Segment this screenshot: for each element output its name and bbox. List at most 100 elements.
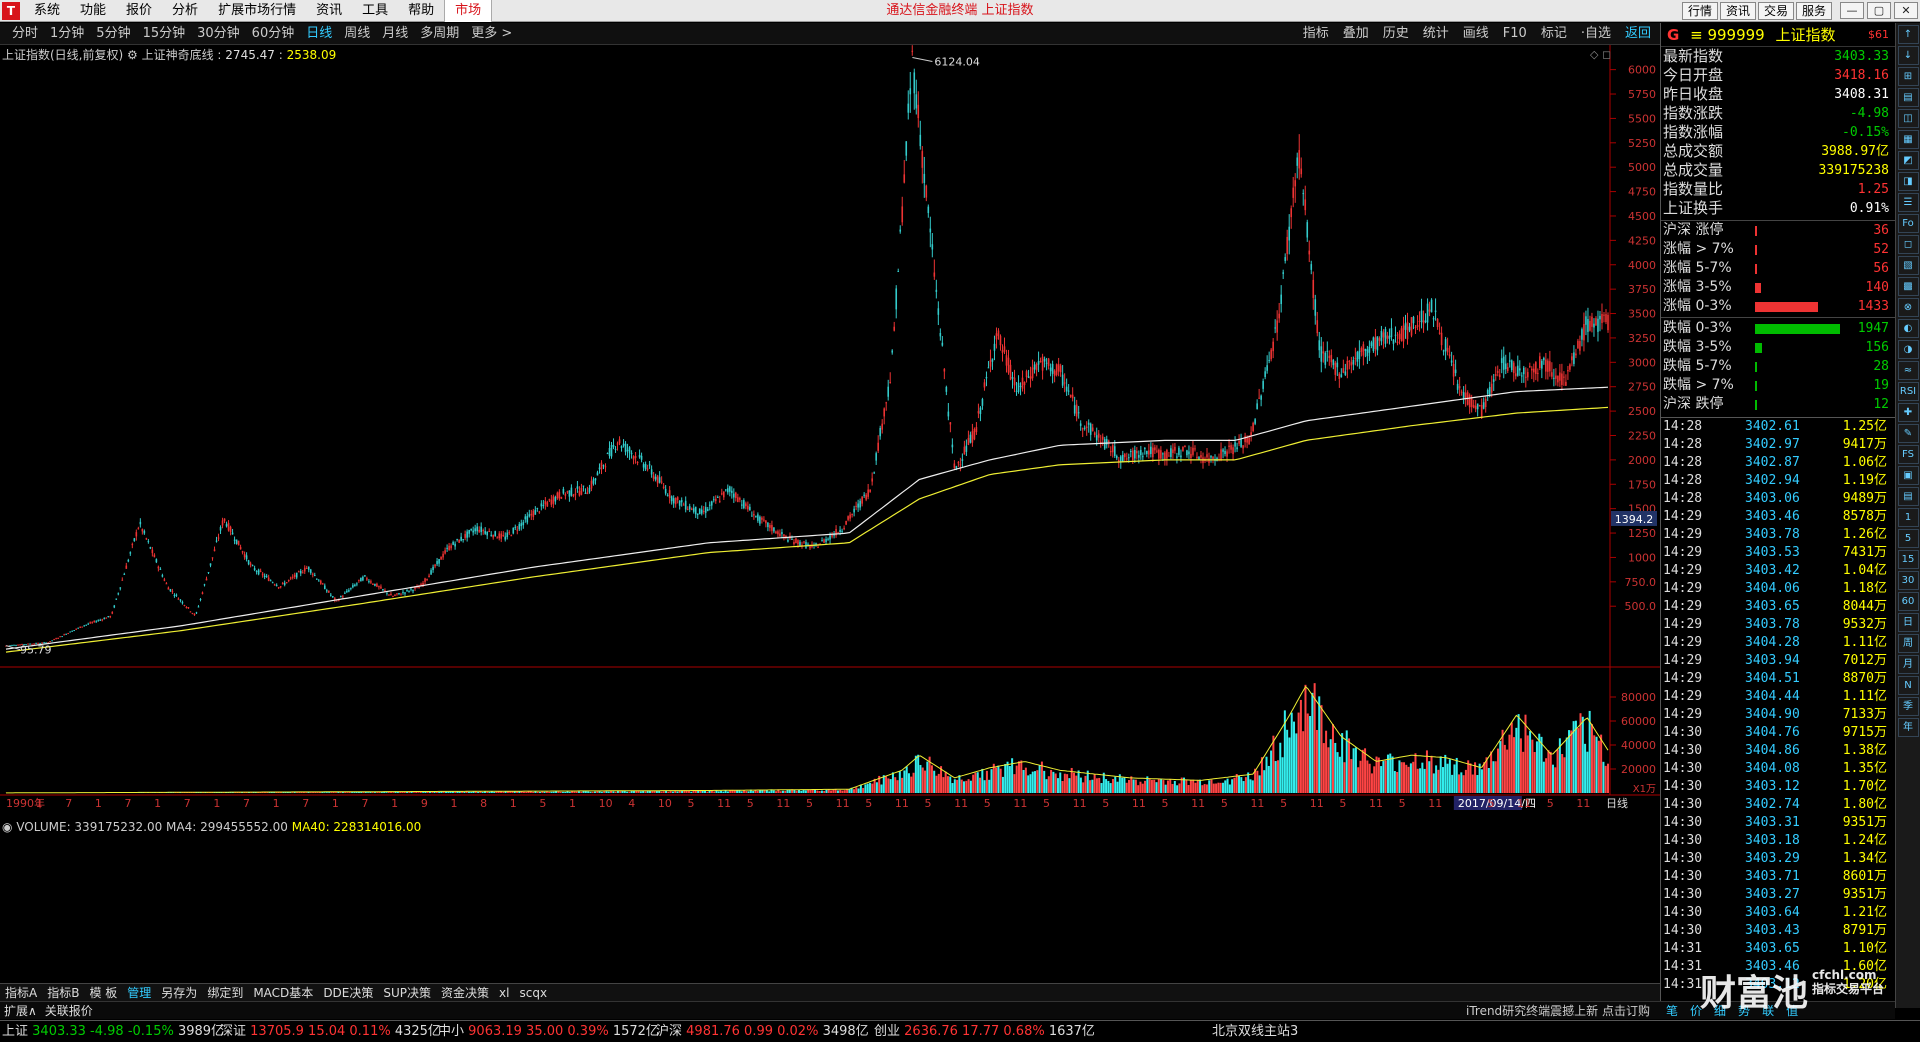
menu-item-1[interactable]: 功能	[70, 0, 116, 22]
tick-row[interactable]: 14:29 3403.46 8578万	[1661, 508, 1895, 526]
tick-row[interactable]: 14:29 3404.44 1.11亿	[1661, 688, 1895, 706]
strip-icon-15[interactable]: ◑	[1897, 340, 1919, 359]
tool-button-0[interactable]: 指标	[1296, 23, 1336, 45]
tick-row[interactable]: 14:30 3404.86 1.38亿	[1661, 742, 1895, 760]
indicator-tab-10[interactable]: xl	[494, 984, 514, 1002]
period-tab-5[interactable]: 60分钟	[246, 23, 301, 45]
top-button-2[interactable]: 交易	[1757, 2, 1794, 20]
tool-button-8[interactable]: 返回	[1618, 23, 1658, 45]
indicator-tab-3[interactable]: 管理	[122, 984, 156, 1002]
tick-row[interactable]: 14:29 3404.28 1.11亿	[1661, 634, 1895, 652]
maximize-icon[interactable]: ▢	[1867, 2, 1891, 19]
strip-icon-20[interactable]: FS	[1897, 445, 1919, 464]
tick-row[interactable]: 14:28 3402.61 1.25亿	[1661, 418, 1895, 436]
tool-button-1[interactable]: 叠加	[1336, 23, 1376, 45]
ext-tab-1[interactable]: 关联报价	[41, 1002, 97, 1020]
top-button-3[interactable]: 服务	[1795, 2, 1832, 20]
menu-item-7[interactable]: 帮助	[398, 0, 444, 22]
strip-icon-0[interactable]: ↑	[1897, 25, 1919, 44]
strip-icon-14[interactable]: ◐	[1897, 319, 1919, 338]
menu-item-0[interactable]: 系统	[24, 0, 70, 22]
index-ticker[interactable]: 中小 9063.19 35.00 0.39% 1572亿	[438, 1021, 659, 1042]
kline-chart[interactable]: 500.0 750.0 1000 1250 1500 1750 2000 2250 2500 27…	[0, 45, 1660, 967]
strip-icon-2[interactable]: ⊞	[1897, 67, 1919, 86]
indicator-tab-5[interactable]: 绑定到	[202, 984, 248, 1002]
strip-icon-9[interactable]: Fo	[1897, 214, 1919, 233]
strip-icon-5[interactable]: ▦	[1897, 130, 1919, 149]
tool-button-5[interactable]: F10	[1496, 23, 1534, 45]
tick-row[interactable]: 14:28 3402.94 1.19亿	[1661, 472, 1895, 490]
tick-row[interactable]: 14:28 3402.97 9417万	[1661, 436, 1895, 454]
top-button-0[interactable]: 行情	[1681, 2, 1718, 20]
period-tab-1[interactable]: 1分钟	[44, 23, 90, 45]
tick-row[interactable]: 14:29 3403.78 1.26亿	[1661, 526, 1895, 544]
ext-tab-0[interactable]: 扩展∧	[0, 1002, 41, 1020]
strip-icon-13[interactable]: ⊗	[1897, 298, 1919, 317]
close-icon[interactable]: ✕	[1894, 2, 1918, 19]
tick-row[interactable]: 14:28 3403.06 9489万	[1661, 490, 1895, 508]
tick-row[interactable]: 14:29 3403.94 7012万	[1661, 652, 1895, 670]
tick-row[interactable]: 14:30 3403.12 1.70亿	[1661, 778, 1895, 796]
indicator-tab-1[interactable]: 指标B	[42, 984, 84, 1002]
strip-icon-27[interactable]: 60	[1897, 592, 1919, 611]
indicator-tab-2[interactable]: 模 板	[84, 984, 122, 1002]
tick-row[interactable]: 14:29 3404.90 7133万	[1661, 706, 1895, 724]
period-tab-6[interactable]: 日线	[300, 23, 338, 45]
strip-icon-11[interactable]: ▧	[1897, 256, 1919, 275]
strip-icon-1[interactable]: ↓	[1897, 46, 1919, 65]
tick-row[interactable]: 14:31 3403.65 1.10亿	[1661, 940, 1895, 958]
period-tab-10[interactable]: 更多 >	[465, 23, 518, 45]
settings-gear-icon[interactable]: ⚙	[127, 48, 138, 62]
strip-icon-25[interactable]: 15	[1897, 550, 1919, 569]
strip-icon-6[interactable]: ◩	[1897, 151, 1919, 170]
server-name[interactable]: 北京双线主站3	[1212, 1021, 1298, 1042]
indicator-tab-4[interactable]: 另存为	[156, 984, 202, 1002]
menu-item-8[interactable]: 市场	[444, 0, 493, 22]
indicator-tab-8[interactable]: SUP决策	[378, 984, 436, 1002]
index-ticker[interactable]: 深证 13705.9 15.04 0.11% 4325亿	[220, 1021, 441, 1042]
tick-list[interactable]: 14:28 3402.61 1.25亿 14:28 3402.97 9417万 14:28 3…	[1661, 417, 1895, 994]
strip-icon-24[interactable]: 5	[1897, 529, 1919, 548]
tool-button-3[interactable]: 统计	[1416, 23, 1456, 45]
tick-row[interactable]: 14:30 3403.71 8601万	[1661, 868, 1895, 886]
period-tab-2[interactable]: 5分钟	[90, 23, 136, 45]
tick-row[interactable]: 14:30 3403.64 1.21亿	[1661, 904, 1895, 922]
strip-icon-19[interactable]: ✎	[1897, 424, 1919, 443]
index-ticker[interactable]: 创业 2636.76 17.77 0.68% 1637亿	[874, 1021, 1095, 1042]
strip-icon-32[interactable]: 季	[1897, 697, 1919, 716]
volume-circle-icon[interactable]: ◉	[2, 820, 12, 834]
strip-icon-28[interactable]: 日	[1897, 613, 1919, 632]
strip-icon-21[interactable]: ▣	[1897, 466, 1919, 485]
menu-item-4[interactable]: 扩展市场行情	[208, 0, 306, 22]
indicator-tab-11[interactable]: scqx	[514, 984, 552, 1002]
indicator-tab-6[interactable]: MACD基本	[248, 984, 318, 1002]
strip-icon-31[interactable]: N	[1897, 676, 1919, 695]
tick-row[interactable]: 14:30 3404.08 1.35亿	[1661, 760, 1895, 778]
indicator-tab-9[interactable]: 资金决策	[436, 984, 494, 1002]
tick-row[interactable]: 14:30 3403.18 1.24亿	[1661, 832, 1895, 850]
tick-tab-0[interactable]: 笔	[1660, 1002, 1684, 1020]
tick-row[interactable]: 14:29 3403.65 8044万	[1661, 598, 1895, 616]
tick-row[interactable]: 14:30 3403.31 9351万	[1661, 814, 1895, 832]
period-tab-8[interactable]: 月线	[376, 23, 414, 45]
menu-item-6[interactable]: 工具	[352, 0, 398, 22]
strip-icon-30[interactable]: 月	[1897, 655, 1919, 674]
tick-row[interactable]: 14:29 3403.53 7431万	[1661, 544, 1895, 562]
tool-button-7[interactable]: ·自选	[1574, 23, 1618, 45]
indicator-tab-7[interactable]: DDE决策	[318, 984, 378, 1002]
strip-icon-26[interactable]: 30	[1897, 571, 1919, 590]
tick-row[interactable]: 14:30 3404.76 9715万	[1661, 724, 1895, 742]
tick-row[interactable]: 14:29 3403.78 9532万	[1661, 616, 1895, 634]
strip-icon-4[interactable]: ◫	[1897, 109, 1919, 128]
strip-icon-33[interactable]: 年	[1897, 718, 1919, 737]
strip-icon-12[interactable]: ▩	[1897, 277, 1919, 296]
menu-item-2[interactable]: 报价	[116, 0, 162, 22]
period-tab-7[interactable]: 周线	[338, 23, 376, 45]
indicator-tab-0[interactable]: 指标A	[0, 984, 42, 1002]
tick-row[interactable]: 14:30 3403.29 1.34亿	[1661, 850, 1895, 868]
tick-row[interactable]: 14:30 3402.74 1.80亿	[1661, 796, 1895, 814]
tick-row[interactable]: 14:30 3403.43 8791万	[1661, 922, 1895, 940]
minimize-icon[interactable]: —	[1840, 2, 1864, 19]
tool-button-6[interactable]: 标记	[1534, 23, 1574, 45]
strip-icon-16[interactable]: ≈	[1897, 361, 1919, 380]
